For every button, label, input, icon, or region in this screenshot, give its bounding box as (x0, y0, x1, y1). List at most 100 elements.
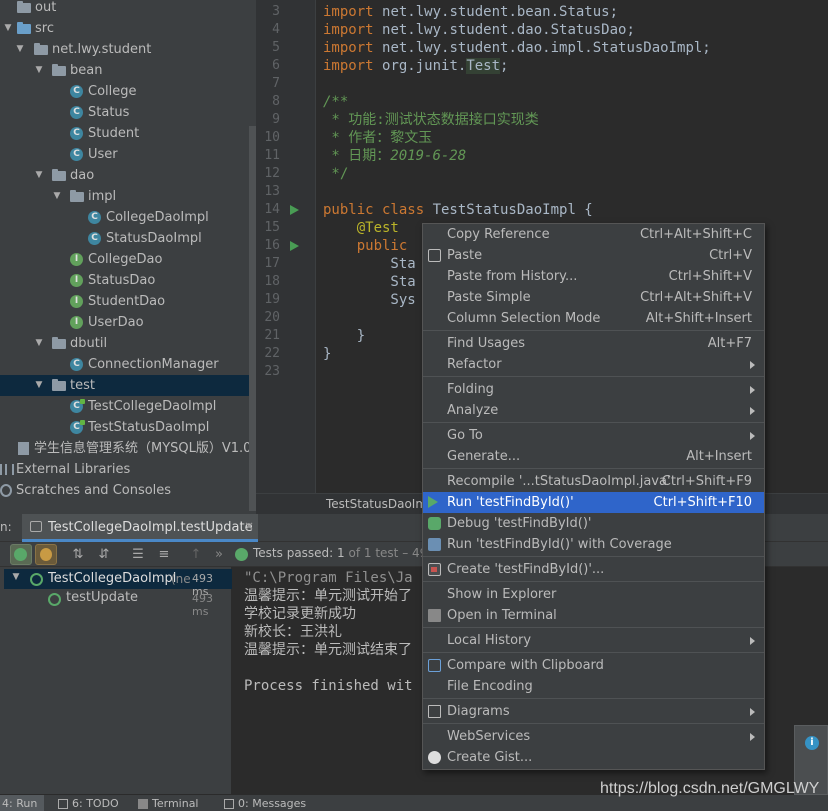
editor-gutter: 3 4 5 6 7 8 9 10 11 12 13 14 15 16 17 18… (256, 0, 316, 493)
menu-separator (423, 468, 764, 469)
menu-item-webservices[interactable]: WebServices (423, 726, 764, 747)
show-passed-toggle[interactable] (10, 544, 32, 565)
menu-item-file-encoding[interactable]: File Encoding (423, 676, 764, 697)
menu-item-run-coverage[interactable]: Run 'testFindById()' with Coverage (423, 534, 764, 555)
menu-separator (423, 652, 764, 653)
chevron-down-icon[interactable]: ▼ (51, 186, 63, 207)
menu-item-find-usages[interactable]: Find Usages Alt+F7 (423, 333, 764, 354)
line-number: 21 (264, 328, 280, 343)
menu-item-debug-test[interactable]: Debug 'testFindById()' (423, 513, 764, 534)
menu-item-create-gist[interactable]: Create Gist... (423, 747, 764, 768)
submenu-arrow-icon (750, 637, 755, 645)
interface-icon: I (70, 274, 83, 287)
run-config-tab[interactable]: TestCollegeDaoImpl.testUpdate × (22, 514, 258, 542)
run-method-gutter-icon[interactable] (290, 241, 299, 251)
tree-item-connectionmanager[interactable]: C ConnectionManager (0, 354, 256, 375)
menu-item-analyze[interactable]: Analyze (423, 400, 764, 421)
package-icon (52, 337, 66, 349)
tree-item-collegedaoimpl[interactable]: C CollegeDaoImpl (0, 207, 256, 228)
messages-icon (224, 799, 234, 809)
menu-item-column-selection[interactable]: Column Selection Mode Alt+Shift+Insert (423, 308, 764, 329)
chevron-down-icon[interactable]: ▼ (10, 572, 22, 582)
tree-item-collegedao[interactable]: I CollegeDao (0, 249, 256, 270)
chevron-down-icon[interactable]: ▼ (33, 375, 45, 396)
menu-item-folding[interactable]: Folding (423, 379, 764, 400)
close-icon[interactable]: × (244, 519, 254, 533)
menu-item-paste-from-history[interactable]: Paste from History... Ctrl+Shift+V (423, 266, 764, 287)
tab-run[interactable]: 4: Run (0, 795, 44, 811)
tree-scrollbar[interactable] (249, 126, 256, 511)
tree-item-statusdao[interactable]: I StatusDao (0, 270, 256, 291)
run-label: n: (0, 520, 12, 534)
collapse-all-icon[interactable]: ≡ (156, 547, 172, 563)
tree-item-userdao[interactable]: I UserDao (0, 312, 256, 333)
line-number: 23 (264, 364, 280, 379)
tree-item-out[interactable]: out (0, 0, 256, 18)
menu-item-show-in-explorer[interactable]: Show in Explorer (423, 584, 764, 605)
tests-passed-summary: Tests passed: 1 of 1 test – 49 (253, 546, 428, 560)
menu-item-go-to[interactable]: Go To (423, 425, 764, 446)
menu-item-copy-reference[interactable]: Copy Reference Ctrl+Alt+Shift+C (423, 224, 764, 245)
menu-item-compare-clipboard[interactable]: Compare with Clipboard (423, 655, 764, 676)
chevron-down-icon[interactable]: ▼ (33, 333, 45, 354)
menu-item-local-history[interactable]: Local History (423, 630, 764, 651)
menu-item-run-test[interactable]: Run 'testFindById()' Ctrl+Shift+F10 (423, 492, 764, 513)
expand-all-icon[interactable]: ☰ (130, 547, 146, 563)
menu-separator (423, 422, 764, 423)
todo-icon (58, 799, 68, 809)
chevron-down-icon[interactable]: ▼ (2, 18, 14, 39)
menu-item-refactor[interactable]: Refactor (423, 354, 764, 375)
tree-item-package[interactable]: ▼ net.lwy.student (0, 39, 256, 60)
code-line: * 日期：2019-6-28 (323, 148, 467, 164)
tree-item-statusdaoimpl[interactable]: C StatusDaoImpl (0, 228, 256, 249)
more-icon[interactable]: » (211, 547, 227, 563)
menu-item-diagrams[interactable]: Diagrams (423, 701, 764, 722)
tree-item-bean[interactable]: ▼ bean (0, 60, 256, 81)
class-icon: C (70, 85, 83, 98)
tree-item-src[interactable]: ▼ src (0, 18, 256, 39)
tree-item-test[interactable]: ▼ test (0, 375, 256, 396)
tree-item-student[interactable]: C Student (0, 123, 256, 144)
tree-item-user[interactable]: C User (0, 144, 256, 165)
chevron-down-icon[interactable]: ▼ (33, 165, 45, 186)
tab-terminal[interactable]: Terminal (152, 795, 199, 811)
class-icon: C (88, 232, 101, 245)
test-suite-row[interactable]: ▼ TestCollegeDaoImpl (ne 493 ms (4, 569, 232, 598)
tree-item-dbutil[interactable]: ▼ dbutil (0, 333, 256, 354)
line-number: 12 (264, 166, 280, 181)
tree-item-college[interactable]: C College (0, 81, 256, 102)
passed-icon (235, 548, 248, 561)
tree-item-iml-file[interactable]: 学生信息管理系统（MYSQL版）V1.0.iml (0, 438, 256, 459)
menu-item-paste-simple[interactable]: Paste Simple Ctrl+Alt+Shift+V (423, 287, 764, 308)
tree-item-external-libraries[interactable]: External Libraries (0, 459, 256, 480)
menu-item-open-in-terminal[interactable]: Open in Terminal (423, 605, 764, 626)
info-icon: i (805, 736, 819, 750)
menu-item-recompile[interactable]: Recompile '...tStatusDaoImpl.java' Ctrl+S… (423, 471, 764, 492)
chevron-down-icon[interactable]: ▼ (33, 60, 45, 81)
code-line: public class TestStatusDaoImpl { (323, 202, 593, 218)
console-line: 温馨提示：单元测试结束了 (244, 642, 412, 658)
test-results-tree: ▼ TestCollegeDaoImpl (ne 493 ms testUpda… (0, 567, 232, 794)
chevron-down-icon[interactable]: ▼ (14, 39, 26, 60)
sort-alpha-icon[interactable]: ⇅ (70, 547, 86, 563)
line-number: 19 (264, 292, 280, 307)
tree-item-impl[interactable]: ▼ impl (0, 186, 256, 207)
tree-item-dao[interactable]: ▼ dao (0, 165, 256, 186)
sort-duration-icon[interactable]: ⇵ (96, 547, 112, 563)
menu-item-paste[interactable]: Paste Ctrl+V (423, 245, 764, 266)
tree-item-status[interactable]: C Status (0, 102, 256, 123)
menu-item-create-config[interactable]: Create 'testFindById()'... (423, 559, 764, 580)
tree-item-scratches[interactable]: Scratches and Consoles (0, 480, 256, 501)
test-class-icon: C (70, 399, 85, 413)
tree-item-teststatusdaoimpl[interactable]: C TestStatusDaoImpl (0, 417, 256, 438)
previous-failed-icon[interactable]: ↑ (188, 547, 204, 563)
interface-icon: I (70, 295, 83, 308)
test-method-row[interactable]: testUpdate 493 ms (4, 589, 232, 618)
show-ignored-toggle[interactable] (35, 544, 57, 565)
tree-item-testcollegedaoimpl[interactable]: C TestCollegeDaoImpl (0, 396, 256, 417)
tree-item-studentdao[interactable]: I StudentDao (0, 291, 256, 312)
menu-item-generate[interactable]: Generate... Alt+Insert (423, 446, 764, 467)
tab-messages[interactable]: 0: Messages (238, 795, 306, 811)
tab-todo[interactable]: 6: TODO (72, 795, 119, 811)
run-class-gutter-icon[interactable] (290, 205, 299, 215)
